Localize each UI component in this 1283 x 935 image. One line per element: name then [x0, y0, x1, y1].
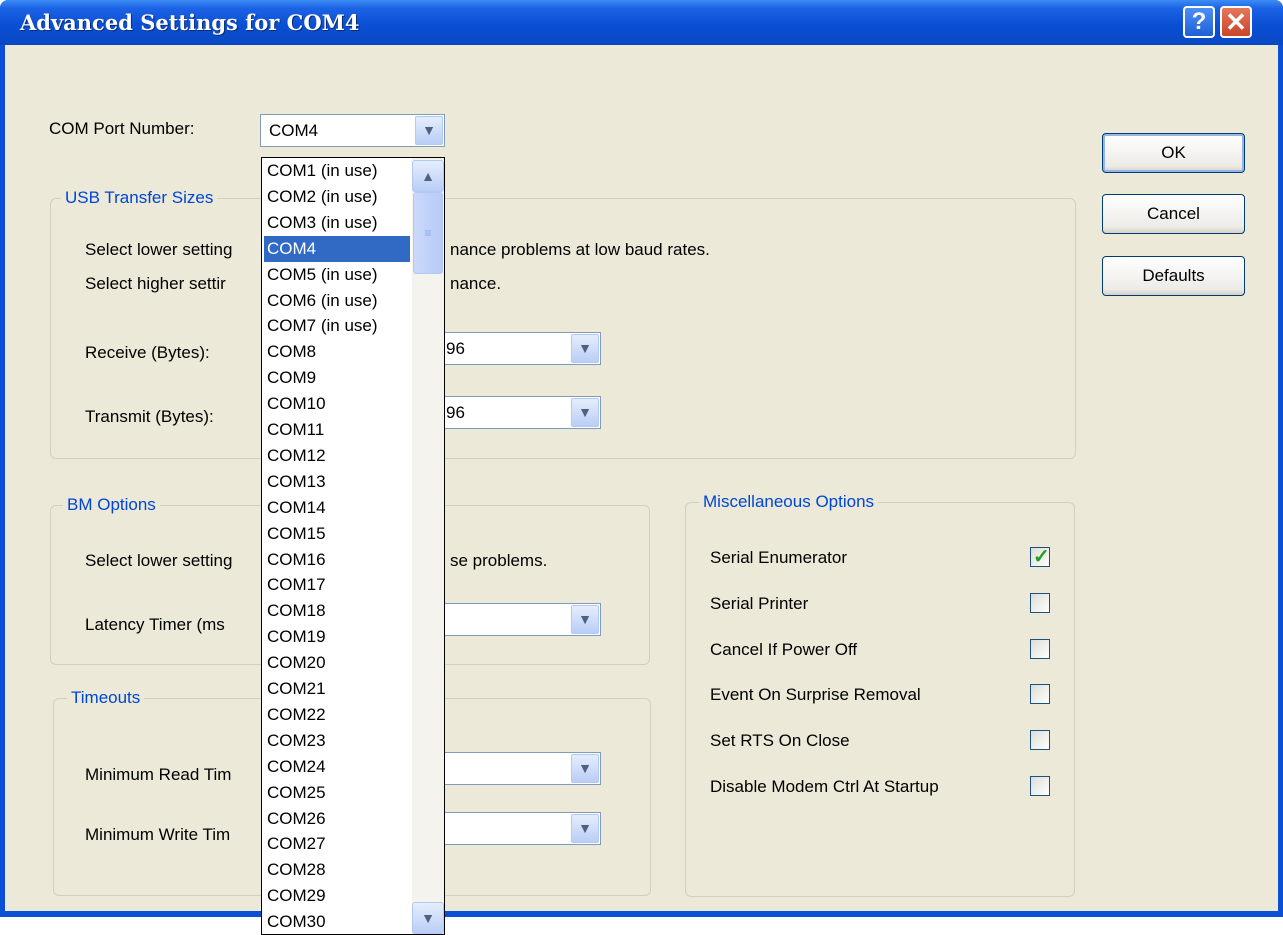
- com-port-option[interactable]: COM6 (in use): [264, 288, 410, 314]
- usb-desc-line1-start: Select lower setting: [85, 240, 233, 259]
- com-port-select[interactable]: COM4 ▼: [260, 114, 445, 147]
- min-write-timeout-label: Minimum Write Tim: [85, 825, 231, 844]
- chevron-down-icon[interactable]: ▼: [571, 814, 599, 843]
- usb-desc-line1-end: nance problems at low baud rates.: [450, 240, 710, 259]
- com-port-option[interactable]: COM5 (in use): [264, 262, 410, 288]
- set-rts-on-close-label: Set RTS On Close: [710, 731, 850, 750]
- ok-button[interactable]: OK: [1102, 133, 1245, 173]
- dropdown-scrollbar[interactable]: ▲ ≡ ▼: [412, 158, 444, 934]
- transmit-value: 96: [446, 403, 465, 422]
- com-port-option[interactable]: COM9: [264, 365, 410, 391]
- com-port-option[interactable]: COM20: [264, 650, 410, 676]
- com-port-option[interactable]: COM15: [264, 521, 410, 547]
- com-port-option[interactable]: COM29: [264, 883, 410, 909]
- bm-desc-start: Select lower setting: [85, 551, 233, 570]
- com-port-option[interactable]: COM14: [264, 495, 410, 521]
- timeouts-group-title: Timeouts: [67, 688, 145, 708]
- com-port-option[interactable]: COM13: [264, 469, 410, 495]
- chevron-up-icon: ▲: [421, 168, 435, 184]
- title-bar[interactable]: Advanced Settings for COM4 ? ✕: [0, 0, 1283, 45]
- chevron-down-icon[interactable]: ▼: [571, 754, 599, 783]
- scroll-up-button[interactable]: ▲: [412, 160, 444, 192]
- transmit-label: Transmit (Bytes):: [85, 407, 214, 426]
- receive-label: Receive (Bytes):: [85, 343, 210, 362]
- serial-enumerator-checkbox[interactable]: ✓: [1030, 546, 1050, 568]
- defaults-button[interactable]: Defaults: [1102, 256, 1245, 296]
- com-port-option[interactable]: COM19: [264, 624, 410, 650]
- com-port-option[interactable]: COM4: [264, 235, 410, 262]
- chevron-down-icon[interactable]: ▼: [571, 334, 599, 363]
- com-port-dropdown-list[interactable]: COM1 (in use) COM2 (in use) COM3 (in use) C…: [261, 157, 445, 935]
- com-port-label: COM Port Number:: [49, 119, 195, 138]
- min-read-timeout-label: Minimum Read Tim: [85, 765, 232, 784]
- com-port-option[interactable]: COM21: [264, 676, 410, 702]
- com-port-option[interactable]: COM1 (in use): [264, 158, 410, 184]
- com-port-option[interactable]: COM16: [264, 547, 410, 573]
- dialog-client-area: COM Port Number: COM4 ▼ USB Transfer Siz…: [5, 45, 1278, 911]
- cancel-if-power-off-checkbox[interactable]: [1030, 639, 1050, 659]
- misc-options-group-title: Miscellaneous Options: [699, 492, 879, 512]
- com-port-option[interactable]: COM24: [264, 754, 410, 780]
- bm-desc-end: se problems.: [450, 551, 548, 570]
- help-button[interactable]: ?: [1183, 6, 1215, 38]
- usb-desc-line2-start: Select higher settir: [85, 274, 226, 293]
- scroll-down-button[interactable]: ▼: [412, 902, 444, 934]
- com-port-option[interactable]: COM25: [264, 780, 410, 806]
- chevron-down-icon[interactable]: ▼: [571, 398, 599, 427]
- serial-printer-checkbox[interactable]: [1030, 593, 1050, 613]
- serial-enumerator-label: Serial Enumerator: [710, 548, 848, 567]
- com-port-option[interactable]: COM23: [264, 728, 410, 754]
- usb-transfer-group-title: USB Transfer Sizes: [61, 188, 218, 208]
- com-port-option[interactable]: COM27: [264, 831, 410, 857]
- com-port-option[interactable]: COM30: [264, 909, 410, 934]
- event-on-surprise-removal-checkbox[interactable]: [1030, 684, 1050, 704]
- com-port-option[interactable]: COM7 (in use): [264, 313, 410, 339]
- cancel-if-power-off-label: Cancel If Power Off: [710, 640, 858, 659]
- cancel-button[interactable]: Cancel: [1102, 194, 1245, 234]
- scrollbar-thumb[interactable]: ≡: [413, 192, 443, 274]
- dialog-window: Advanced Settings for COM4 ? ✕ COM Port …: [0, 0, 1283, 917]
- com-port-option[interactable]: COM8: [264, 339, 410, 365]
- window-title: Advanced Settings for COM4: [20, 10, 360, 35]
- com-port-option[interactable]: COM17: [264, 572, 410, 598]
- com-port-option[interactable]: COM11: [264, 417, 410, 443]
- checkmark-icon: ✓: [1033, 546, 1050, 568]
- com-port-option[interactable]: COM28: [264, 857, 410, 883]
- com-port-option[interactable]: COM26: [264, 806, 410, 832]
- disable-modem-ctrl-checkbox[interactable]: [1030, 776, 1050, 796]
- close-button[interactable]: ✕: [1220, 6, 1252, 38]
- com-port-option[interactable]: COM12: [264, 443, 410, 469]
- chevron-down-icon[interactable]: ▼: [415, 116, 443, 145]
- usb-desc-line2-end: nance.: [450, 274, 502, 293]
- set-rts-on-close-checkbox[interactable]: [1030, 730, 1050, 750]
- com-port-option[interactable]: COM3 (in use): [264, 210, 410, 236]
- com-port-option[interactable]: COM10: [264, 391, 410, 417]
- receive-value: 96: [446, 339, 465, 358]
- com-port-option[interactable]: COM18: [264, 598, 410, 624]
- com-port-option[interactable]: COM2 (in use): [264, 184, 410, 210]
- question-icon: ?: [1191, 8, 1207, 35]
- serial-printer-label: Serial Printer: [710, 594, 809, 613]
- close-icon: ✕: [1225, 7, 1247, 37]
- chevron-down-icon[interactable]: ▼: [571, 605, 599, 634]
- latency-timer-label: Latency Timer (ms: [85, 615, 225, 634]
- disable-modem-ctrl-label: Disable Modem Ctrl At Startup: [710, 777, 939, 796]
- com-port-value: COM4: [269, 121, 319, 140]
- event-on-surprise-removal-label: Event On Surprise Removal: [710, 685, 921, 704]
- bm-options-group-title: BM Options: [63, 495, 160, 515]
- com-port-option[interactable]: COM22: [264, 702, 410, 728]
- chevron-down-icon: ▼: [421, 910, 435, 926]
